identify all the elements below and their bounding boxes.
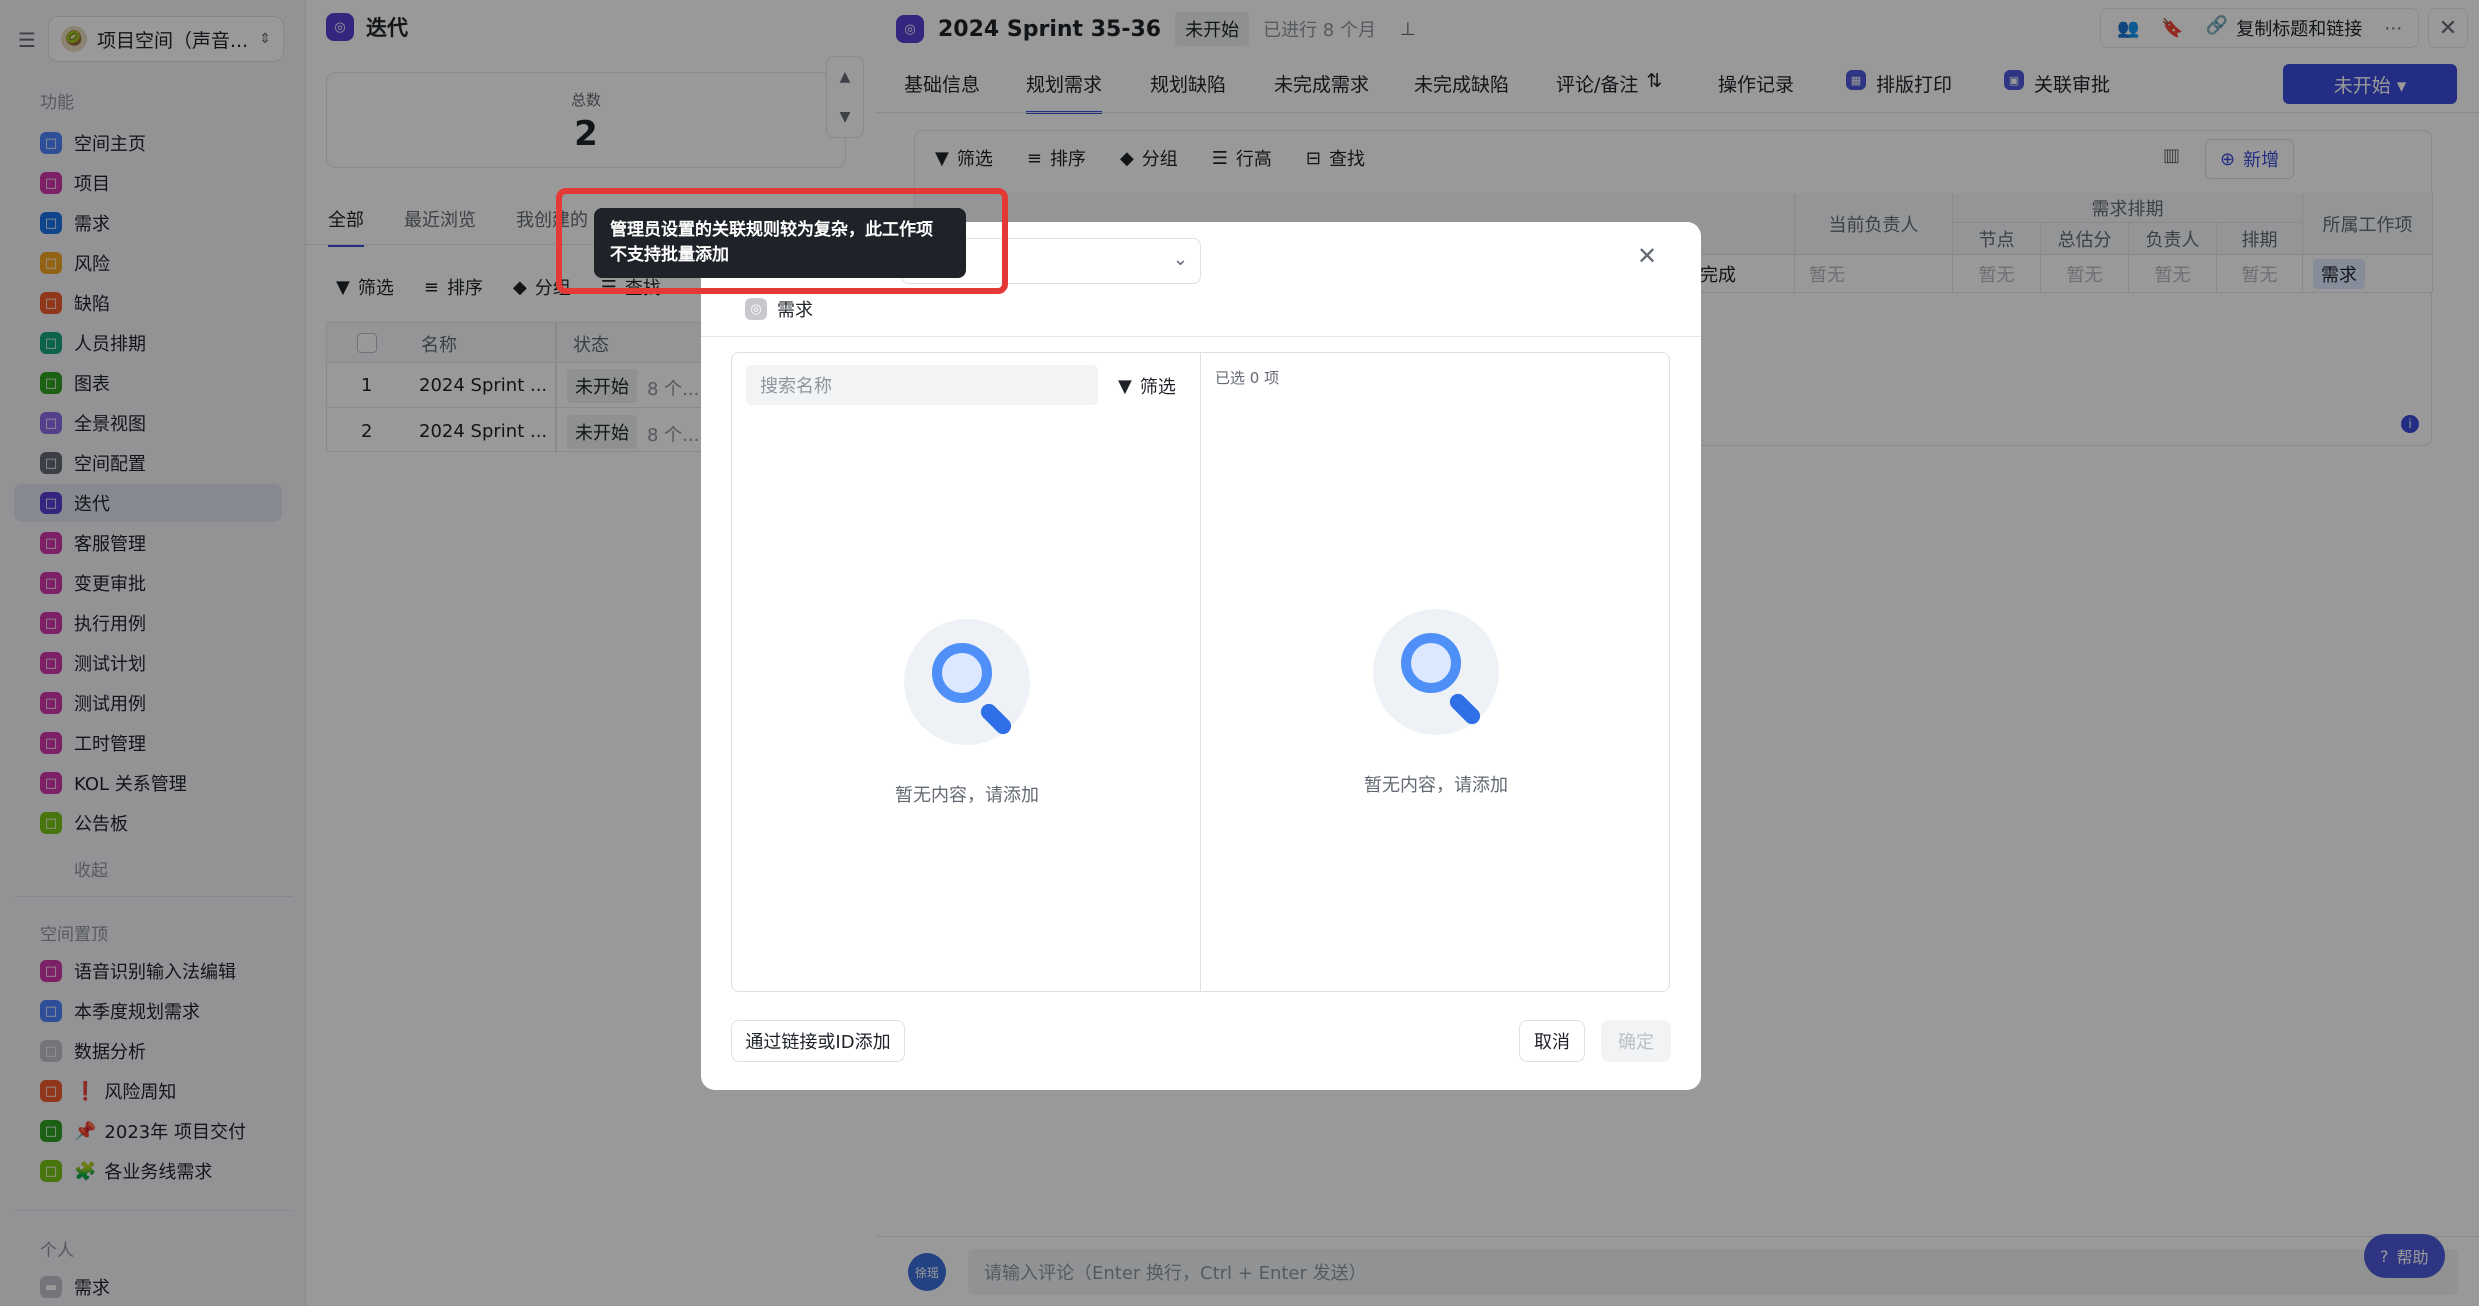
empty-search-illustration-icon <box>904 619 1030 745</box>
empty-search-illustration-icon <box>1373 609 1499 735</box>
empty-right-text: 暂无内容，请添加 <box>1364 775 1508 796</box>
requirement-type-icon: ◎ <box>745 298 767 320</box>
batch-add-tooltip: 管理员设置的关联规则较为复杂，此工作项 不支持批量添加 <box>594 208 966 278</box>
cancel-button[interactable]: 取消 <box>1519 1020 1585 1062</box>
search-input[interactable]: 搜索名称 <box>746 365 1098 405</box>
selected-count: 已选 0 项 <box>1215 369 1280 387</box>
empty-left-text: 暂无内容，请添加 <box>895 785 1039 806</box>
add-by-link-button[interactable]: 通过链接或ID添加 <box>731 1020 905 1062</box>
type-chip: 需求 <box>777 300 813 321</box>
modal-filter-button[interactable]: ▼ 筛选 <box>1118 373 1176 399</box>
selected-panel: 已选 0 项 暂无内容，请添加 <box>1200 352 1670 992</box>
close-icon[interactable]: ✕ <box>1637 242 1657 270</box>
chevron-down-icon: ⌄ <box>1172 249 1188 270</box>
candidate-panel: 搜索名称 ▼ 筛选 暂无内容，请添加 <box>731 352 1201 992</box>
confirm-button[interactable]: 确定 <box>1601 1020 1671 1062</box>
add-related-items-dialog: ⌄ ✕ ◎ 需求 搜索名称 ▼ 筛选 暂无内容，请添加 已选 0 项 暂无内容，请… <box>701 222 1701 1090</box>
filter-icon: ▼ <box>1118 375 1132 397</box>
